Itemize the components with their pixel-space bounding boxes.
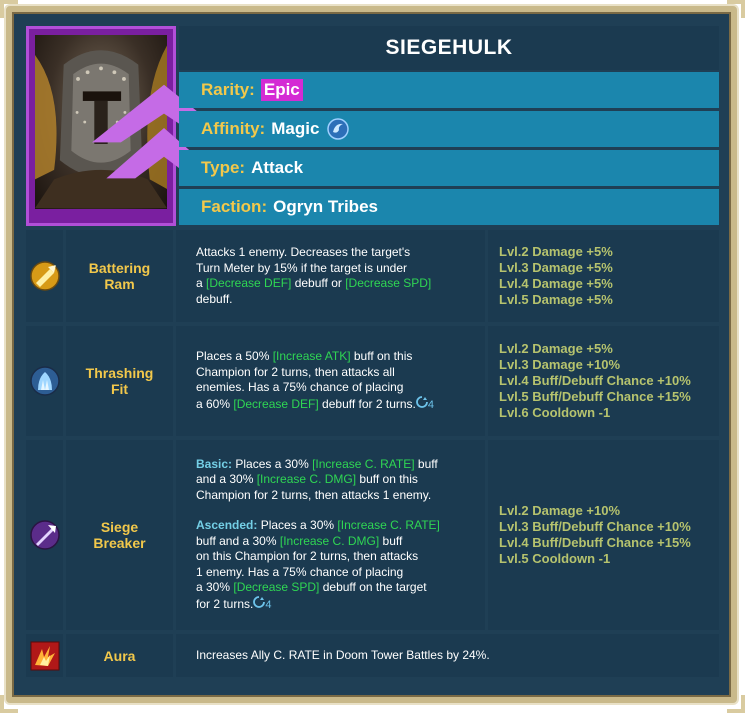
level-up-entry: Lvl.4 Buff/Debuff Chance +10% xyxy=(499,373,691,388)
skill-description: Places a 50% [Increase ATK] buff on this… xyxy=(176,326,485,436)
skill-name: Battering Ram xyxy=(66,230,173,322)
affinity-label: Affinity: xyxy=(201,119,266,138)
type-row: Type: Attack xyxy=(179,150,719,186)
aura-icon-cell xyxy=(26,634,63,677)
skill-icon-cell xyxy=(26,440,63,630)
debuff-tag: [Decrease SPD] xyxy=(233,580,320,595)
level-up-entry: Lvl.5 Cooldown -1 xyxy=(499,551,611,566)
skill-description: Basic: Places a 30% [Increase C. RATE] b… xyxy=(176,440,485,630)
debuff-tag: [Decrease DEF] xyxy=(233,396,319,411)
level-up-entry: Lvl.2 Damage +5% xyxy=(499,244,613,259)
skill-description: Attacks 1 enemy. Decreases the target's … xyxy=(176,230,485,322)
faction-row: Faction: Ogryn Tribes xyxy=(179,189,719,225)
rarity-row: Rarity: Epic xyxy=(179,72,719,108)
affinity-row: Affinity: Magic xyxy=(179,111,719,147)
debuff-tag: [Decrease DEF] xyxy=(206,276,292,290)
cooldown-indicator: 4 xyxy=(253,595,271,611)
champion-name: SIEGEHULK xyxy=(179,26,719,70)
level-up-entry: Lvl.5 Damage +5% xyxy=(499,292,613,307)
cooldown-icon xyxy=(253,595,266,608)
frame-corner-ornament xyxy=(0,0,18,18)
frame-corner-ornament xyxy=(0,695,18,713)
cooldown-icon xyxy=(416,395,428,408)
aura-icon xyxy=(30,641,59,670)
skill-name: Siege Breaker xyxy=(66,440,173,630)
frame-corner-ornament xyxy=(727,695,745,713)
skill-icon-cell xyxy=(26,230,63,322)
rarity-label: Rarity: xyxy=(201,80,255,99)
skill-icon-cell xyxy=(26,326,63,436)
level-up-entry: Lvl.2 Damage +5% xyxy=(499,341,613,356)
level-up-entry: Lvl.3 Damage +5% xyxy=(499,260,613,275)
thrashing-fit-icon xyxy=(29,366,60,396)
buff-tag: [Increase C. DMG] xyxy=(279,533,380,548)
buff-tag: [Increase C. DMG] xyxy=(256,472,357,487)
level-up-entry: Lvl.4 Buff/Debuff Chance +15% xyxy=(499,535,691,550)
aura-description: Increases Ally C. RATE in Doom Tower Bat… xyxy=(176,634,719,677)
cooldown-indicator: 4 xyxy=(416,395,434,411)
level-up-entry: Lvl.2 Damage +10% xyxy=(499,503,621,518)
buff-tag: [Increase C. RATE] xyxy=(312,456,415,471)
level-up-entry: Lvl.4 Damage +5% xyxy=(499,276,613,291)
level-up-entry: Lvl.6 Cooldown -1 xyxy=(499,405,611,420)
basic-label: Basic: xyxy=(196,456,233,471)
skill-level-ups: Lvl.2 Damage +10% Lvl.3 Buff/Debuff Chan… xyxy=(488,440,719,630)
level-up-entry: Lvl.3 Buff/Debuff Chance +10% xyxy=(499,519,691,534)
faction-label: Faction: xyxy=(201,197,268,216)
battering-ram-icon xyxy=(29,261,60,291)
siege-breaker-icon xyxy=(29,520,60,550)
magic-affinity-icon xyxy=(327,118,350,140)
skill-level-ups: Lvl.2 Damage +5% Lvl.3 Damage +5% Lvl.4 … xyxy=(488,230,719,322)
ascended-label: Ascended: xyxy=(196,518,258,533)
level-up-entry: Lvl.5 Buff/Debuff Chance +15% xyxy=(499,389,691,404)
type-label: Type: xyxy=(201,158,246,177)
type-value: Attack xyxy=(251,158,304,177)
debuff-tag: [Decrease SPD] xyxy=(345,276,432,290)
skill-level-ups: Lvl.2 Damage +5% Lvl.3 Damage +10% Lvl.4… xyxy=(488,326,719,436)
buff-tag: [Increase C. RATE] xyxy=(337,518,440,533)
faction-value: Ogryn Tribes xyxy=(273,197,378,216)
buff-tag: [Increase ATK] xyxy=(272,349,351,363)
level-up-entry: Lvl.3 Damage +10% xyxy=(499,357,621,372)
frame-corner-ornament xyxy=(727,0,745,18)
affinity-value: Magic xyxy=(271,119,320,138)
champion-portrait xyxy=(26,26,236,226)
aura-name: Aura xyxy=(66,634,173,677)
rarity-value: Epic xyxy=(260,79,303,101)
skill-name: Thrashing Fit xyxy=(66,326,173,436)
